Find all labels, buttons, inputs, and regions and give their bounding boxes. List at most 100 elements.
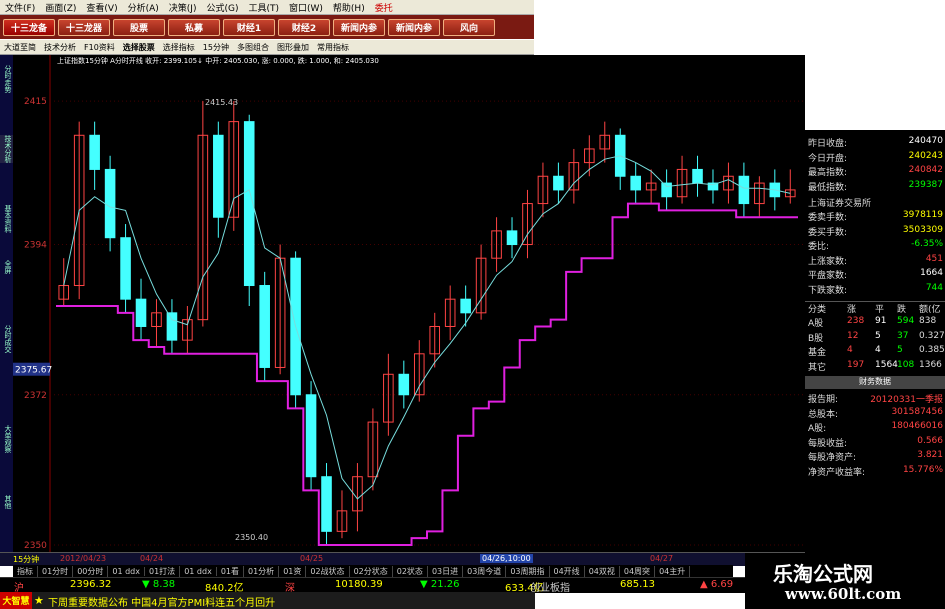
indicator-tab[interactable]: 03周期指 — [506, 565, 550, 577]
indicator-tab[interactable]: 指标 — [13, 565, 38, 577]
candle-body — [506, 230, 518, 246]
watermark-url: www.60lt.com — [785, 585, 902, 603]
menu-item[interactable]: 查看(V) — [81, 1, 122, 14]
fin-title: 财务数据 — [805, 376, 945, 389]
top-right-blank — [534, 0, 945, 44]
toolbar-item[interactable]: 大道至简 — [0, 42, 40, 53]
fin-row: 净资产收益率: 15.776% — [805, 465, 945, 479]
market-stat-row: 下跌家数: 744 — [805, 283, 945, 297]
menu-item[interactable]: 分析(A) — [123, 1, 164, 14]
row-value: 301587456 — [891, 406, 943, 417]
date-label: 04/27 — [650, 554, 674, 563]
side-tab[interactable]: 全屏 — [0, 260, 13, 274]
indicator-tab[interactable]: 01看 — [217, 565, 244, 577]
side-tab[interactable]: 技术分析 — [0, 135, 13, 163]
side-tab[interactable]: 大单观察 — [0, 425, 13, 453]
indicator-tab[interactable]: 01 ddx — [180, 566, 217, 576]
indicator-tab[interactable]: 01 ddx — [108, 566, 145, 576]
menu-item[interactable]: 窗口(W) — [284, 1, 328, 14]
quick-button[interactable]: 财经1 — [223, 18, 275, 36]
toolbar-item[interactable]: 15分钟 — [199, 42, 233, 53]
side-tab[interactable]: 其他 — [0, 495, 13, 509]
candle-body — [259, 285, 270, 368]
date-label: 04/25 — [300, 554, 324, 563]
indicator-tab[interactable]: 02分状态 — [350, 565, 393, 577]
chart-area[interactable]: 2415 2394 2372 2350 2375.67 2415.43 2350.40 — [0, 55, 805, 552]
menu-item[interactable]: 决策(J) — [164, 1, 202, 14]
candle-body — [104, 168, 116, 239]
period-label[interactable]: 15分钟 — [13, 554, 39, 565]
ticker-logo: 大智慧 — [0, 592, 32, 609]
candle-body — [738, 175, 750, 205]
table-cell: 108 — [897, 359, 915, 370]
quick-button[interactable]: 私募 — [168, 18, 220, 36]
quick-button[interactable]: 股票 — [113, 18, 165, 36]
indicator-tab[interactable]: 03日进 — [428, 565, 464, 577]
market-stat-row: 平盘家数: 1664 — [805, 268, 945, 282]
quick-button[interactable]: 十三龙备 — [3, 18, 55, 36]
toolbar-item[interactable]: 多图组合 — [233, 42, 273, 53]
candle-body — [120, 237, 131, 300]
candle-body — [460, 298, 471, 314]
date-label: 04/26,10:00 — [480, 554, 533, 563]
indicator-tab[interactable]: 00分时 — [73, 565, 109, 577]
table-cell: 4 — [847, 345, 853, 355]
y-tick-label: 2350 — [24, 541, 47, 551]
candlestick-chart[interactable]: 2415 2394 2372 2350 2375.67 2415.43 2350.40 — [0, 55, 805, 552]
row-value: 0.566 — [917, 435, 943, 446]
indicator-tab[interactable]: 01资 — [279, 565, 307, 577]
ticker-text[interactable]: 下周重要数据公布 中国4月官方PMI料连五个月回升 — [48, 594, 275, 609]
toolbar-item[interactable]: 技术分析 — [40, 42, 80, 53]
menu-item[interactable]: 工具(T) — [243, 1, 284, 14]
quote-item: ▼ 21.26 — [420, 579, 460, 590]
quick-button[interactable]: 新闻内参 — [333, 18, 385, 36]
side-tab[interactable]: 基本资料 — [0, 205, 13, 233]
side-tab[interactable]: 分时走势 — [0, 65, 13, 93]
row-value: 451 — [925, 253, 943, 264]
menu-item[interactable]: 文件(F) — [0, 1, 40, 14]
table-cell: 238 — [847, 316, 865, 326]
indicator-tab[interactable]: 01打法 — [145, 565, 181, 577]
side-tab[interactable]: 分时成交 — [0, 325, 13, 353]
row-key: 上涨家数: — [808, 256, 848, 267]
quick-button[interactable]: 财经2 — [278, 18, 330, 36]
row-key: 昨日收盘: — [808, 139, 848, 149]
market-stat-row: 上涨家数: 451 — [805, 254, 945, 268]
row-key: 最高指数: — [808, 168, 848, 178]
toolbar-item[interactable]: 常用指标 — [313, 42, 353, 53]
quick-button[interactable]: 新闻内参 — [388, 18, 440, 36]
row-key: 净资产收益率: — [808, 467, 866, 478]
toolbar-item[interactable]: 选择股票 — [119, 42, 159, 53]
indicator-tab[interactable]: 04周突 — [620, 565, 656, 577]
row-key: 每股净资产: — [808, 453, 857, 463]
quick-button[interactable]: 风向 — [443, 18, 495, 36]
indicator-tab[interactable]: 04开线 — [550, 565, 585, 577]
y-tick-label: 2415 — [24, 97, 47, 107]
toolbar-item[interactable]: F10资料 — [80, 42, 119, 53]
candle-body — [89, 134, 100, 170]
indicator-tab[interactable]: 01分时 — [38, 565, 74, 577]
indicator-tab[interactable]: 03周今道 — [463, 565, 507, 577]
current-price-label: 2375.67 — [15, 366, 52, 376]
index-stat-row: 昨日收盘: 240470 — [805, 136, 945, 150]
indicator-tab[interactable]: 04双视 — [585, 565, 620, 577]
menu-item[interactable]: 委托 — [370, 1, 398, 14]
row-key: 报告期: — [808, 395, 839, 405]
menu-item[interactable]: 帮助(H) — [328, 1, 370, 14]
indicator-tab[interactable]: 02战状态 — [306, 565, 350, 577]
menu-item[interactable]: 公式(G) — [201, 1, 243, 14]
quick-button[interactable]: 十三龙器 — [58, 18, 110, 36]
table-cell: 594 — [897, 316, 915, 326]
menu-item[interactable]: 画面(Z) — [40, 1, 81, 14]
row-key: A股: — [808, 424, 827, 434]
toolbar-item[interactable]: 选择指标 — [159, 42, 199, 53]
indicator-tab[interactable]: 02状态 — [393, 565, 428, 577]
row-value: 3978119 — [902, 210, 943, 220]
side-tabs: 分时走势技术分析基本资料全屏分时成交大单观察其他 — [0, 55, 13, 565]
row-key: 委卖手数: — [808, 213, 848, 223]
indicator-tab[interactable]: 04主升 — [655, 565, 691, 577]
quote-item: ▲ 6.69 — [700, 579, 734, 590]
toolbar-item[interactable]: 图形叠加 — [273, 42, 313, 53]
indicator-tab[interactable]: 01分析 — [244, 565, 280, 577]
news-ticker[interactable]: 大智慧 ★ 下周重要数据公布 中国4月官方PMI料连五个月回升 — [0, 592, 535, 609]
